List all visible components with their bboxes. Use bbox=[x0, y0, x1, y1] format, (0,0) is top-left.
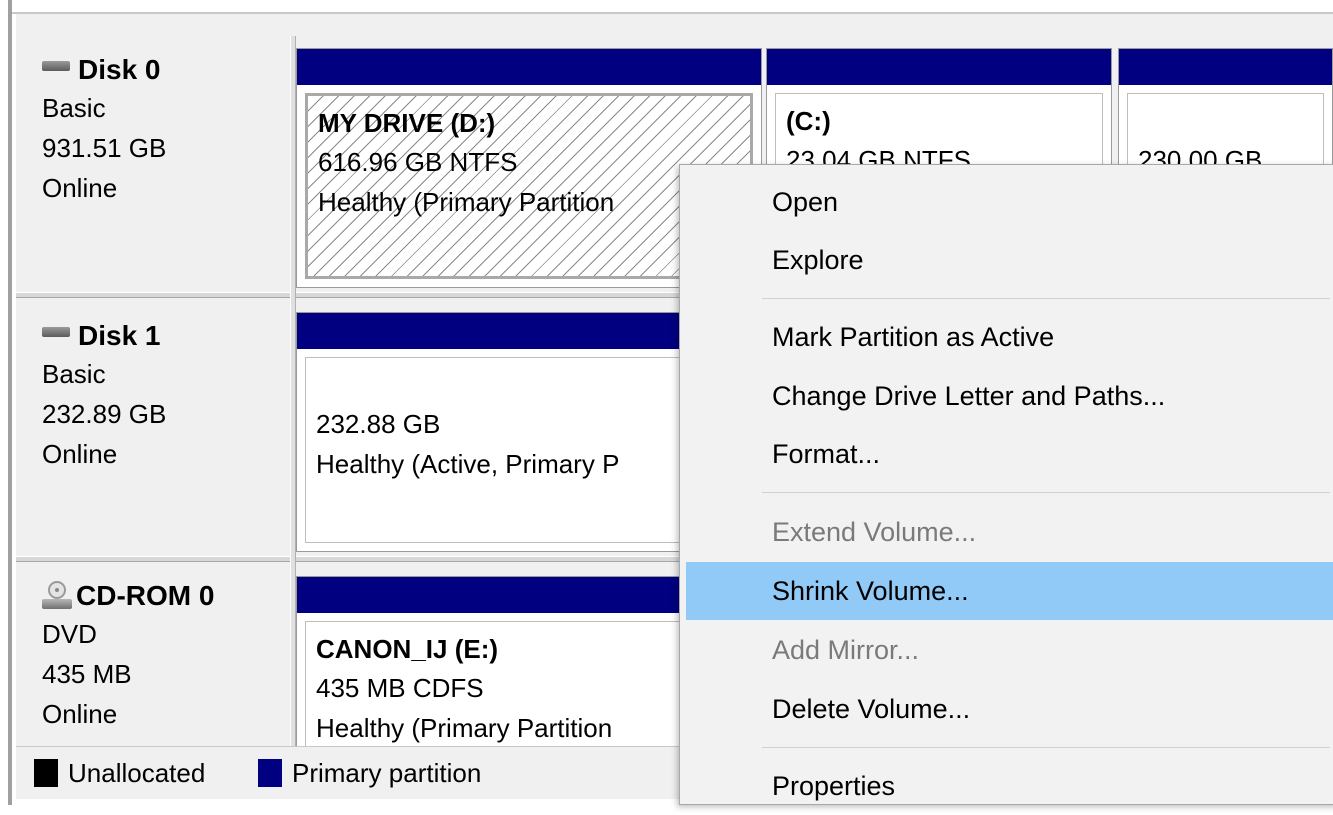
menu-item-change-drive-letter[interactable]: Change Drive Letter and Paths... bbox=[686, 367, 1333, 425]
partition-e-drive[interactable]: CANON_IJ (E:) 435 MB CDFS Healthy (Prima… bbox=[296, 576, 696, 751]
partition-d-title: MY DRIVE (D:) bbox=[318, 108, 496, 138]
column-divider bbox=[290, 36, 296, 746]
menu-separator bbox=[762, 298, 1330, 299]
menu-separator bbox=[762, 492, 1330, 493]
partition-d-size: 616.96 GB NTFS bbox=[318, 147, 518, 177]
disk-0-status: Online bbox=[42, 173, 118, 203]
menu-item-explore[interactable]: Explore bbox=[686, 231, 1333, 289]
partition-e-size: 435 MB CDFS bbox=[316, 673, 484, 703]
legend-primary: Primary partition bbox=[258, 755, 481, 791]
menu-item-open[interactable]: Open bbox=[686, 173, 1333, 231]
legend-unallocated: Unallocated bbox=[34, 755, 205, 791]
menu-item-add-mirror: Add Mirror... bbox=[772, 635, 920, 665]
disk-1-label[interactable]: Disk 1 Basic 232.89 GB Online bbox=[20, 318, 290, 554]
context-menu: Open Explore Mark Partition as Active Ch… bbox=[679, 164, 1333, 805]
hard-disk-icon bbox=[42, 61, 70, 71]
partition-bar bbox=[297, 577, 695, 613]
cdrom-0-name: CD-ROM 0 bbox=[76, 580, 215, 611]
partition-disk1[interactable]: 232.88 GB Healthy (Active, Primary P bbox=[296, 312, 696, 552]
cdrom-0-type: DVD bbox=[42, 619, 97, 649]
disk-1-name: Disk 1 bbox=[78, 320, 161, 351]
disk-1-status: Online bbox=[42, 439, 118, 469]
legend-swatch bbox=[258, 759, 282, 787]
cdrom-0-status: Online bbox=[42, 699, 118, 729]
legend-swatch bbox=[34, 759, 58, 787]
partition-bar bbox=[1119, 49, 1332, 85]
disk-0-name: Disk 0 bbox=[78, 54, 161, 85]
menu-item-mark-active[interactable]: Mark Partition as Active bbox=[686, 308, 1333, 366]
legend-unallocated-label: Unallocated bbox=[68, 758, 206, 788]
legend-primary-label: Primary partition bbox=[292, 758, 482, 788]
partition-d-health: Healthy (Primary Partition bbox=[318, 187, 615, 217]
partition-bar bbox=[767, 49, 1111, 85]
partition-disk1-health: Healthy (Active, Primary P bbox=[316, 449, 620, 479]
partition-c-title: (C:) bbox=[786, 106, 831, 136]
disk-0-size: 931.51 GB bbox=[42, 133, 167, 163]
menu-item-format[interactable]: Format... bbox=[686, 425, 1333, 483]
menu-separator bbox=[762, 747, 1330, 748]
cd-drive-icon bbox=[42, 581, 72, 611]
partition-disk1-body[interactable]: 232.88 GB Healthy (Active, Primary P bbox=[305, 357, 687, 543]
partition-disk1-size: 232.88 GB bbox=[316, 409, 441, 439]
partition-e-body[interactable]: CANON_IJ (E:) 435 MB CDFS Healthy (Prima… bbox=[305, 621, 687, 751]
partition-e-health: Healthy (Primary Partition bbox=[316, 713, 613, 743]
menu-item-properties[interactable]: Properties bbox=[686, 757, 1333, 815]
menu-item-extend-volume: Extend Volume... bbox=[772, 517, 977, 547]
disk-0-label[interactable]: Disk 0 Basic 931.51 GB Online bbox=[20, 52, 290, 292]
disk-1-size: 232.89 GB bbox=[42, 399, 167, 429]
cdrom-0-label[interactable]: CD-ROM 0 DVD 435 MB Online bbox=[20, 578, 290, 744]
disk-0-type: Basic bbox=[42, 93, 106, 123]
cdrom-0-size: 435 MB bbox=[42, 659, 132, 689]
disk-1-type: Basic bbox=[42, 359, 106, 389]
hard-disk-icon bbox=[42, 327, 70, 337]
partition-bar bbox=[297, 49, 761, 85]
partition-bar bbox=[297, 313, 695, 349]
menu-item-delete-volume[interactable]: Delete Volume... bbox=[686, 680, 1333, 738]
partition-e-title: CANON_IJ (E:) bbox=[316, 634, 499, 664]
window-left-border bbox=[0, 0, 12, 805]
menu-item-shrink-volume[interactable]: Shrink Volume... bbox=[686, 562, 1333, 620]
window-top-border bbox=[12, 0, 1333, 14]
